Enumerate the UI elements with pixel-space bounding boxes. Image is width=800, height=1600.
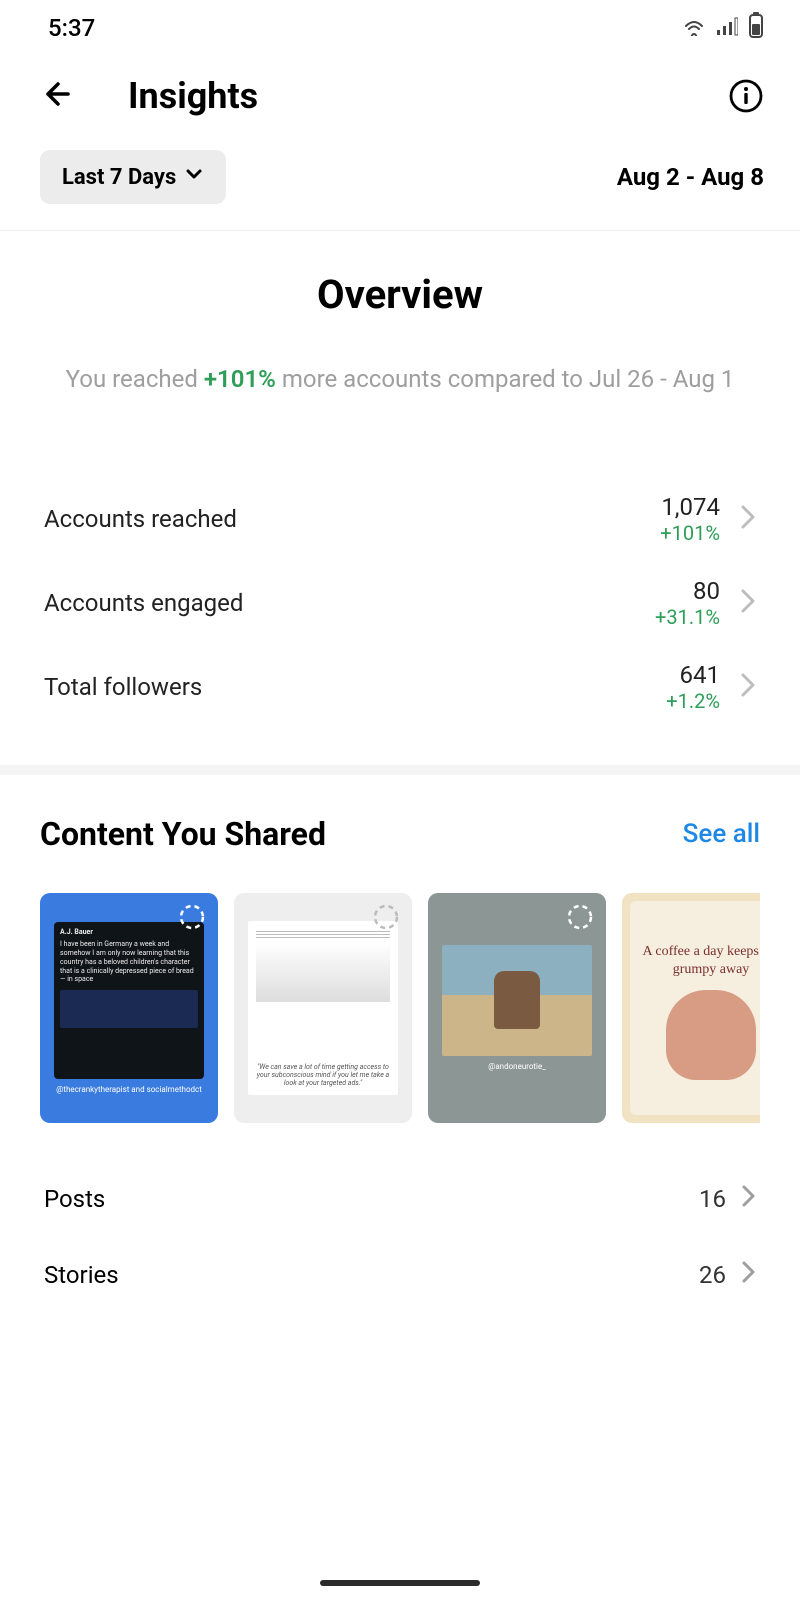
loading-spinner-icon xyxy=(372,903,400,935)
thumb-handle: @andoneurotie_ xyxy=(488,1062,546,1071)
overview-title: Overview xyxy=(40,271,760,318)
thumb-cartoon: "We can save a lot of time getting acces… xyxy=(248,921,398,1095)
cell-signal-icon xyxy=(716,14,738,42)
stat-values: 1,074 +101% xyxy=(660,493,720,545)
back-button[interactable] xyxy=(40,74,80,118)
stat-values: 80 +31.1% xyxy=(655,577,720,629)
video-frame xyxy=(442,945,592,1056)
status-bar: 5:37 xyxy=(0,0,800,52)
summary-pre: You reached xyxy=(66,365,204,393)
wifi-icon xyxy=(682,14,706,42)
section-header: Content You Shared See all xyxy=(40,815,760,853)
app-header: Insights xyxy=(0,52,800,140)
stat-change: +101% xyxy=(660,521,720,545)
stat-value: 1,074 xyxy=(660,493,720,521)
stat-total-followers[interactable]: Total followers 641 +1.2% xyxy=(40,645,760,729)
thumb-caption: @thecrankytherapist and socialmethodct xyxy=(56,1085,202,1094)
cartoon-caption: "We can save a lot of time getting acces… xyxy=(256,1063,390,1087)
thumb-tweet-card: A.J. Bauer I have been in Germany a week… xyxy=(54,922,204,1080)
chevron-right-icon xyxy=(738,503,756,535)
stat-value: 641 xyxy=(666,661,720,689)
page-title: Insights xyxy=(128,75,258,117)
summary-post: more accounts compared to Jul 26 - Aug 1 xyxy=(276,365,734,393)
stat-values: 641 +1.2% xyxy=(666,661,720,713)
row-count: 16 xyxy=(699,1185,726,1213)
chevron-right-icon xyxy=(740,1259,756,1291)
home-indicator[interactable] xyxy=(320,1580,480,1586)
content-thumbnail[interactable]: "We can save a lot of time getting acces… xyxy=(234,893,412,1123)
thumb-poem: A coffee a day keeps the grumpy away xyxy=(638,943,760,978)
battery-icon xyxy=(748,12,764,44)
stat-label: Accounts engaged xyxy=(44,589,645,617)
filter-row: Last 7 Days Aug 2 - Aug 8 xyxy=(0,140,800,231)
see-all-link[interactable]: See all xyxy=(683,819,760,849)
date-range-label: Aug 2 - Aug 8 xyxy=(617,163,764,191)
tweet-text: I have been in Germany a week and someho… xyxy=(60,940,198,984)
loading-spinner-icon xyxy=(566,903,594,935)
stat-value: 80 xyxy=(655,577,720,605)
date-filter-dropdown[interactable]: Last 7 Days xyxy=(40,150,226,204)
stat-change: +1.2% xyxy=(666,689,720,713)
stat-label: Accounts reached xyxy=(44,505,650,533)
stat-change: +31.1% xyxy=(655,605,720,629)
row-label: Stories xyxy=(44,1261,699,1289)
row-label: Posts xyxy=(44,1185,699,1213)
chevron-right-icon xyxy=(738,587,756,619)
overview-summary: You reached +101% more accounts compared… xyxy=(40,362,760,397)
content-row-posts[interactable]: Posts 16 xyxy=(40,1161,760,1237)
content-section: Content You Shared See all A.J. Bauer I … xyxy=(0,775,800,1313)
content-title: Content You Shared xyxy=(40,815,326,853)
summary-pct: +101% xyxy=(204,365,276,393)
status-time: 5:37 xyxy=(48,14,95,42)
stat-accounts-reached[interactable]: Accounts reached 1,074 +101% xyxy=(40,477,760,561)
date-filter-label: Last 7 Days xyxy=(62,165,176,190)
content-row-stories[interactable]: Stories 26 xyxy=(40,1237,760,1313)
content-thumbnail[interactable]: @andoneurotie_ xyxy=(428,893,606,1123)
chevron-right-icon xyxy=(738,671,756,703)
stat-label: Total followers xyxy=(44,673,656,701)
info-button[interactable] xyxy=(728,78,764,114)
row-count: 26 xyxy=(699,1261,726,1289)
overview-section: Overview You reached +101% more accounts… xyxy=(0,231,800,775)
content-thumbnail[interactable]: A.J. Bauer I have been in Germany a week… xyxy=(40,893,218,1123)
cat-illustration xyxy=(666,990,756,1080)
chevron-right-icon xyxy=(740,1183,756,1215)
stat-accounts-engaged[interactable]: Accounts engaged 80 +31.1% xyxy=(40,561,760,645)
chevron-down-icon xyxy=(184,164,204,190)
content-thumbnail[interactable]: A coffee a day keeps the grumpy away xyxy=(622,893,760,1123)
status-right xyxy=(682,12,764,44)
loading-spinner-icon xyxy=(178,903,206,935)
content-thumbnails[interactable]: A.J. Bauer I have been in Germany a week… xyxy=(40,893,760,1123)
